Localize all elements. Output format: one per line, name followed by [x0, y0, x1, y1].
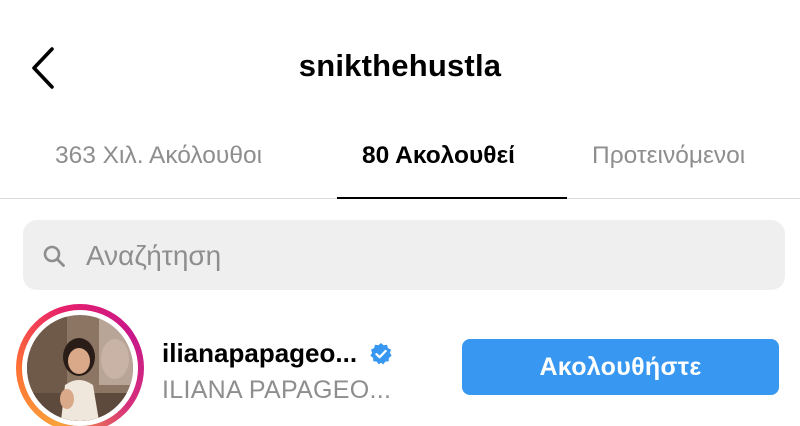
tab-bar: ί 363 Χιλ. Ακόλουθοι 80 Ακολουθεί Προτει…	[0, 128, 800, 199]
active-tab-indicator	[337, 197, 567, 199]
tab-following[interactable]: 80 Ακολουθεί	[362, 142, 515, 170]
avatar	[27, 315, 133, 421]
follow-button[interactable]: Ακολουθήστε	[462, 339, 779, 395]
full-name: ILIANA PAPAGEO...	[162, 376, 392, 404]
username: ilianapapageo...	[162, 338, 358, 368]
username-link[interactable]: ilianapapageo...	[162, 338, 393, 369]
search-placeholder: Αναζήτηση	[86, 240, 222, 271]
search-icon	[43, 245, 65, 267]
tab-followers[interactable]: 363 Χιλ. Ακόλουθοι	[55, 142, 262, 170]
search-input[interactable]: Αναζήτηση	[23, 220, 785, 290]
following-list-screen: snikthehustla ί 363 Χιλ. Ακόλουθοι 80 Ακ…	[0, 0, 800, 426]
page-title: snikthehustla	[298, 48, 502, 83]
tab-suggested[interactable]: Προτεινόμενοι	[592, 142, 745, 170]
list-item[interactable]: ilianapapageo... ILIANA PAPAGEO... Ακολο…	[0, 300, 800, 426]
verified-badge-icon	[370, 342, 392, 364]
header: snikthehustla	[0, 0, 800, 128]
avatar-story-ring[interactable]	[16, 304, 144, 426]
